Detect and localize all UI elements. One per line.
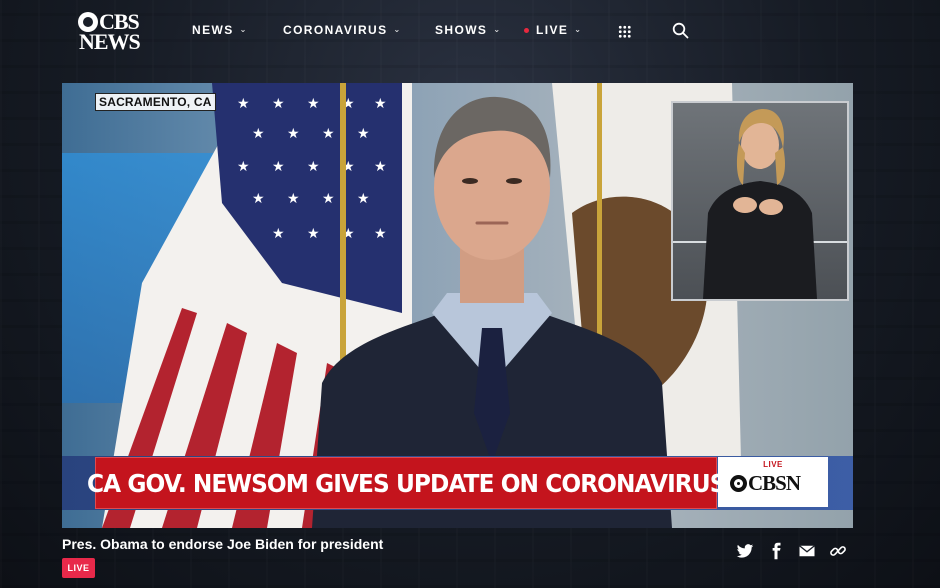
nav-live-label: LIVE — [536, 23, 569, 37]
bug-brand-label: CBSN — [748, 471, 801, 495]
email-icon[interactable] — [798, 542, 816, 560]
svg-text:★: ★ — [237, 96, 250, 112]
nav-news-label: NEWS — [192, 23, 234, 37]
nav-shows-label: SHOWS — [435, 23, 488, 37]
bug-live-label: LIVE — [763, 460, 783, 469]
video-title: Pres. Obama to endorse Joe Biden for pre… — [62, 536, 384, 552]
logo-line-2: NEWS — [79, 29, 141, 54]
nav-coronavirus[interactable]: CORONAVIRUS ⌄ — [283, 22, 402, 38]
nav-coronavirus-label: CORONAVIRUS — [283, 23, 388, 37]
chevron-down-icon: ⌄ — [574, 25, 583, 34]
svg-text:★: ★ — [237, 159, 250, 175]
live-dot-icon — [524, 27, 529, 33]
sign-language-interpreter-inset — [671, 101, 849, 301]
chevron-down-icon: ⌄ — [493, 25, 502, 34]
svg-text:★: ★ — [252, 191, 265, 207]
svg-text:★: ★ — [252, 126, 265, 142]
live-badge: LIVE — [62, 558, 95, 578]
facebook-icon[interactable] — [767, 542, 785, 560]
dateline-label: SACRAMENTO, CA — [95, 93, 216, 111]
interpreter-figure — [673, 109, 847, 299]
link-icon[interactable] — [829, 542, 847, 560]
twitter-icon[interactable] — [736, 542, 754, 560]
lower-third-text: CA GOV. NEWSOM GIVES UPDATE ON CORONAVIR… — [86, 468, 726, 498]
cbs-eye-icon — [730, 475, 747, 492]
video-player[interactable]: ★ ★ ★ ★ ★ ★ ★ ★ ★ ★ ★ ★ ★ ★ ★ ★ ★ ★ ★ ★ ★ ★ SACRAMENTO, C… — [62, 83, 853, 528]
chevron-down-icon: ⌄ — [393, 25, 402, 34]
cbsn-live-bug: LIVE CBSN — [718, 457, 828, 507]
cbs-news-logo[interactable]: CBS NEWS — [78, 9, 144, 54]
nav-news[interactable]: NEWS ⌄ — [192, 22, 248, 38]
chevron-down-icon: ⌄ — [239, 25, 248, 34]
site-header: CBS NEWS NEWS ⌄ CORONAVIRUS ⌄ SHOWS ⌄ LI… — [0, 0, 940, 64]
nav-live[interactable]: LIVE ⌄ — [524, 22, 582, 38]
nav-shows[interactable]: SHOWS ⌄ — [435, 22, 501, 38]
lower-third-headline: CA GOV. NEWSOM GIVES UPDATE ON CORONAVIR… — [87, 457, 726, 509]
search-icon[interactable] — [672, 22, 689, 39]
grid-icon[interactable] — [618, 25, 631, 38]
